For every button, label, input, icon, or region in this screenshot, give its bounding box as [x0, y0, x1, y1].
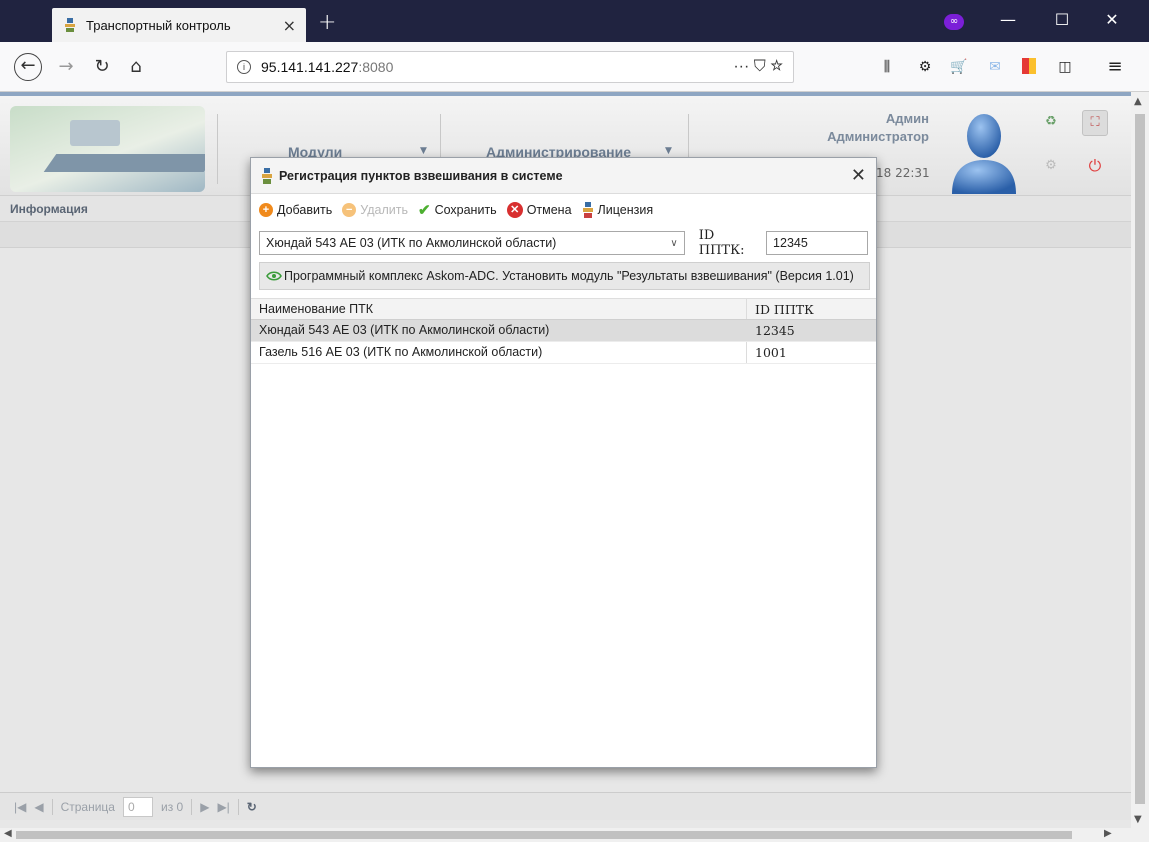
sidebar-icon[interactable]: ◫ — [1056, 58, 1074, 76]
license-button-label: Лицензия — [597, 203, 654, 217]
cell-id: 12345 — [755, 323, 795, 338]
license-button[interactable]: Лицензия — [582, 202, 654, 218]
back-arrow-icon[interactable]: ← — [14, 53, 42, 81]
page-label: Страница — [60, 799, 115, 814]
eye-icon — [266, 271, 282, 281]
save-button-label: Сохранить — [434, 203, 497, 217]
add-plus-icon: + — [259, 203, 273, 217]
pager: |◀ ◀ Страница 0 из 0 ▶ ▶| ↻ — [0, 792, 1131, 820]
selection-row: Хюндай 543 АЕ 03 (ИТК по Акмолинской обл… — [251, 226, 876, 260]
forward-arrow-icon[interactable]: → — [52, 53, 80, 81]
cancel-button[interactable]: ✕ Отмена — [506, 202, 572, 218]
menu-hamburger-icon[interactable]: ≡ — [1106, 58, 1124, 76]
table-row[interactable]: Хюндай 543 АЕ 03 (ИТК по Акмолинской обл… — [251, 320, 876, 342]
next-page-icon[interactable]: ▶ — [200, 800, 209, 814]
dialog-title: Регистрация пунктов взвешивания в систем… — [279, 168, 563, 183]
private-mask-icon[interactable]: ∞ — [944, 14, 964, 30]
minimize-icon[interactable]: — — [998, 10, 1018, 29]
delete-button[interactable]: − Удалить — [342, 203, 408, 217]
tab-close-icon[interactable]: × — [283, 16, 296, 35]
horizontal-scrollbar[interactable]: ◀ ▶ — [0, 828, 1131, 842]
url-host: 95.141.141.227 — [261, 59, 359, 75]
first-page-icon[interactable]: |◀ — [14, 800, 26, 814]
module-install-bar[interactable]: Программный комплекс Askom-ADC. Установи… — [259, 262, 870, 290]
dialog-title-icon — [262, 167, 272, 184]
add-button-label: Добавить — [277, 203, 333, 217]
delete-minus-icon: − — [342, 203, 357, 217]
save-button[interactable]: ✔ Сохранить — [418, 201, 497, 219]
session-time: 18 22:31 — [876, 166, 930, 180]
vertical-scrollbar[interactable]: ▲ ▼ — [1131, 92, 1149, 828]
dialog-close-icon[interactable]: ✕ — [851, 165, 866, 186]
page-of-label: из 0 — [160, 799, 184, 814]
tab-title: Транспортный контроль — [86, 17, 231, 33]
ptk-select-value: Хюндай 543 АЕ 03 (ИТК по Акмолинской обл… — [266, 236, 557, 250]
cancel-button-label: Отмена — [526, 203, 572, 217]
url-actions[interactable]: ··· ⛉ ☆ — [733, 58, 783, 76]
browser-titlebar: Транспортный контроль × + ∞ — ☐ ✕ — [0, 0, 1149, 42]
mail-icon[interactable]: ✉ — [986, 58, 1004, 76]
window-close-icon[interactable]: ✕ — [1102, 10, 1122, 29]
cell-id: 1001 — [755, 345, 787, 360]
prev-page-icon[interactable]: ◀ — [34, 800, 43, 814]
url-bar[interactable]: i 95.141.141.227 :8080 ··· ⛉ ☆ — [226, 51, 794, 83]
extension-icon[interactable]: ⚙ — [916, 58, 934, 76]
license-icon — [582, 202, 593, 218]
home-icon[interactable]: ⌂ — [122, 53, 150, 81]
library-icon[interactable]: ⫼ — [878, 58, 896, 76]
app-favicon-icon — [65, 18, 75, 32]
settings-gear-icon[interactable]: ⚙ — [1038, 154, 1064, 180]
fullscreen-icon[interactable]: ⛶ — [1082, 110, 1108, 136]
cancel-x-icon: ✕ — [506, 202, 523, 218]
column-header-id[interactable]: ID ППТК — [747, 299, 876, 319]
pager-refresh-icon[interactable]: ↻ — [247, 800, 257, 814]
cell-name: Газель 516 АЕ 03 (ИТК по Акмолинской обл… — [251, 342, 747, 363]
module-install-text: Программный комплекс Askom-ADC. Установи… — [284, 269, 854, 283]
column-header-name[interactable]: Наименование ПТК — [251, 299, 747, 319]
reload-icon[interactable]: ↻ — [88, 53, 116, 81]
last-page-icon[interactable]: ▶| — [217, 800, 229, 814]
table-row[interactable]: Газель 516 АЕ 03 (ИТК по Акмолинской обл… — [251, 342, 876, 364]
maximize-icon[interactable]: ☐ — [1052, 10, 1072, 29]
app-logo — [10, 106, 205, 192]
user-info: Админ Администратор — [827, 110, 929, 146]
ptk-select[interactable]: Хюндай 543 АЕ 03 (ИТК по Акмолинской обл… — [259, 231, 685, 255]
site-info-icon[interactable]: i — [237, 60, 251, 74]
id-pptk-label: ID ППТК: — [698, 228, 745, 258]
table-header: Наименование ПТК ID ППТК — [251, 298, 876, 320]
add-button[interactable]: + Добавить — [259, 203, 332, 217]
registration-dialog: Регистрация пунктов взвешивания в систем… — [250, 157, 877, 768]
refresh-globe-icon[interactable]: ♻ — [1038, 110, 1064, 136]
cell-name: Хюндай 543 АЕ 03 (ИТК по Акмолинской обл… — [251, 320, 747, 341]
dialog-toolbar: + Добавить − Удалить ✔ Сохранить ✕ Отмен… — [251, 194, 876, 226]
power-off-icon[interactable]: ⏻ — [1082, 154, 1108, 180]
user-role: Администратор — [827, 129, 929, 144]
checkmark-icon: ✔ — [417, 202, 431, 219]
dialog-titlebar: Регистрация пунктов взвешивания в систем… — [251, 158, 876, 194]
page-input[interactable]: 0 — [122, 796, 153, 817]
ptk-table: Наименование ПТК ID ППТК Хюндай 543 АЕ 0… — [251, 298, 876, 364]
new-tab-button[interactable]: + — [318, 10, 336, 35]
bookmark-flag-icon[interactable] — [1020, 58, 1038, 76]
menu-modules-caret-icon[interactable]: ▼ — [420, 146, 427, 156]
browser-navbar: ← → ↻ ⌂ i 95.141.141.227 :8080 ··· ⛉ ☆ ⫼… — [0, 42, 1149, 92]
menu-admin-caret-icon[interactable]: ▼ — [665, 146, 672, 156]
cart-icon[interactable]: 🛒 — [950, 58, 968, 76]
id-pptk-input[interactable]: 12345 — [766, 231, 868, 255]
user-avatar-icon — [952, 114, 1016, 194]
delete-button-label: Удалить — [360, 203, 408, 217]
url-port: :8080 — [358, 59, 394, 75]
browser-tab[interactable]: Транспортный контроль × — [52, 8, 306, 42]
select-chevron-down-icon[interactable]: ∨ — [670, 238, 677, 249]
user-name: Админ — [885, 111, 929, 126]
